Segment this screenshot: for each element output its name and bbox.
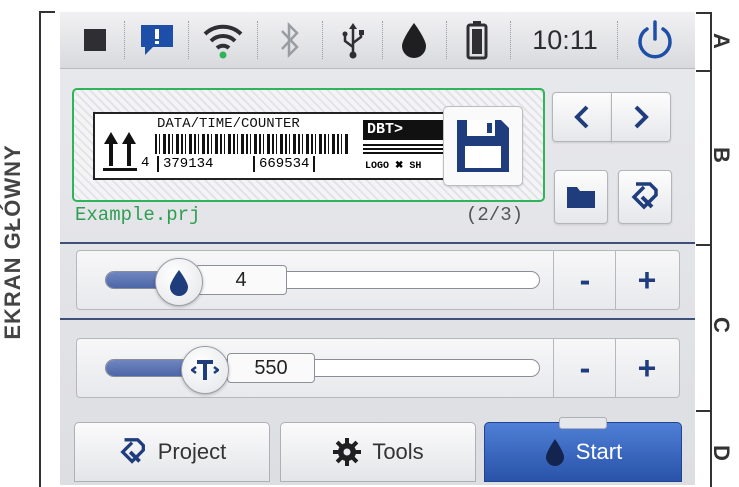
tab-tools[interactable]: Tools xyxy=(280,422,476,482)
temperature-slider-track[interactable] xyxy=(105,359,540,377)
chevron-right-icon xyxy=(634,105,649,129)
barcode xyxy=(155,134,349,154)
project-counter: (2/3) xyxy=(466,204,524,226)
floppy-disk-icon xyxy=(457,120,509,172)
section-b-label: B xyxy=(709,147,734,163)
temperature-slider[interactable]: 550 - + xyxy=(76,338,680,398)
next-project-button[interactable] xyxy=(611,92,671,142)
ink-minus-button[interactable]: - xyxy=(553,251,616,309)
this-way-up-arrows-icon xyxy=(103,132,137,171)
tab-start[interactable]: Start xyxy=(484,417,682,482)
dbt-logo-text: DBT> xyxy=(363,120,447,140)
ink-value: 4 xyxy=(195,265,287,295)
open-folder-button[interactable] xyxy=(554,170,608,224)
temperature-minus-button[interactable]: - xyxy=(553,339,616,397)
section-c-label: C xyxy=(709,317,734,333)
chevron-left-icon xyxy=(574,105,589,129)
tab-start-label: Start xyxy=(575,439,623,464)
tab-project-label: Project xyxy=(157,439,227,464)
wifi-icon xyxy=(196,12,250,68)
label-header-text: DATA/TIME/COUNTER xyxy=(157,116,300,132)
arrow-subscript: 4 xyxy=(141,155,150,171)
barcode-number-2: 669534 xyxy=(253,156,316,172)
alert-message-icon[interactable] xyxy=(134,12,180,68)
power-icon[interactable] xyxy=(630,12,680,68)
usb-icon xyxy=(332,12,374,68)
device-screen: 10:11 4 DATA/TIME/COUNTER 379134 669534 … xyxy=(60,12,695,485)
temperature-icon xyxy=(191,360,219,380)
label-preview: 4 DATA/TIME/COUNTER 379134 669534 DBT> L… xyxy=(93,112,449,180)
project-preview[interactable]: 4 DATA/TIME/COUNTER 379134 669534 DBT> L… xyxy=(72,88,545,202)
ink-drop-icon xyxy=(392,12,436,68)
ink-slider-knob[interactable] xyxy=(155,258,203,306)
ink-drop-icon xyxy=(170,270,188,296)
barcode-number-1: 379134 xyxy=(157,156,213,172)
section-d-label: D xyxy=(709,445,734,461)
ink-plus-button[interactable]: + xyxy=(615,251,678,309)
ink-drop-icon xyxy=(545,439,564,466)
logo-text: LOGO ✖ SH xyxy=(365,161,422,172)
temperature-plus-button[interactable]: + xyxy=(615,339,678,397)
save-button[interactable] xyxy=(443,106,523,186)
prev-project-button[interactable] xyxy=(552,92,612,142)
temperature-slider-panel: 550 - + xyxy=(60,330,695,404)
battery-icon xyxy=(456,12,498,68)
tab-tools-label: Tools xyxy=(372,439,424,464)
project-icon xyxy=(120,438,145,464)
bluetooth-icon xyxy=(268,12,312,68)
stop-square-icon[interactable] xyxy=(78,12,112,68)
folder-icon xyxy=(567,187,595,208)
clock-time: 10:11 xyxy=(532,24,598,55)
temperature-slider-knob[interactable] xyxy=(181,346,229,394)
tab-start-handle xyxy=(559,417,607,429)
project-name: Example.prj xyxy=(75,204,201,226)
status-bar: 10:11 xyxy=(60,12,695,69)
stripe-graphic xyxy=(363,144,447,156)
left-bracket xyxy=(39,11,55,487)
section-a-label: A xyxy=(709,33,734,49)
gear-icon xyxy=(333,438,362,466)
ink-slider-panel: 4 - + xyxy=(60,242,695,320)
ink-slider[interactable]: 4 - + xyxy=(76,250,680,310)
project-edit-icon xyxy=(631,182,658,210)
temperature-value: 550 xyxy=(227,353,315,383)
tab-project[interactable]: Project xyxy=(74,422,270,482)
screen-title-label: EKRAN GŁÓWNY xyxy=(0,144,25,340)
edit-project-button[interactable] xyxy=(618,170,672,224)
